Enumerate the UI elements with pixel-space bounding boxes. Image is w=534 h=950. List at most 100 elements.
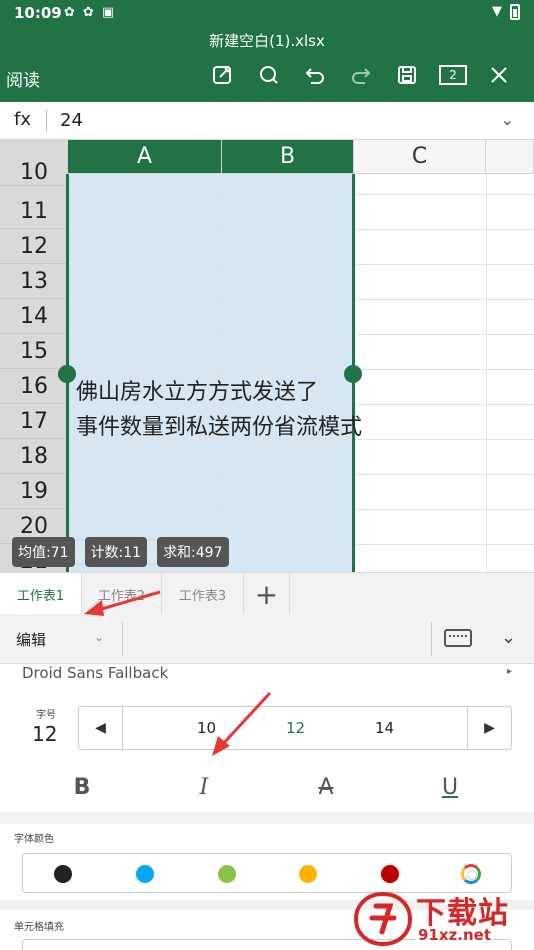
grid-line [222,174,223,572]
save-icon [398,66,416,84]
edit-icon [213,66,231,84]
row-header[interactable]: 12 [0,229,68,264]
color-swatch-green[interactable] [218,865,236,883]
section-divider [0,812,534,824]
watermark-logo-icon [354,892,412,946]
grid-line [486,174,487,572]
row-header[interactable]: 15 [0,334,68,369]
formula-bar: fx 24 ⌄ [0,102,534,140]
fx-label: fx [14,109,31,130]
status-bar: 10:09 ✿ ✿ ▣ ▼ [0,0,534,28]
font-color-label: 字体颜色 [14,834,54,845]
font-family-selector[interactable]: Droid Sans Fallback [22,664,168,682]
font-style-row: B I A U [0,764,534,810]
size-option[interactable]: 10 [197,719,216,737]
size-option[interactable]: 14 [375,719,394,737]
sheet-tab-2[interactable]: 工作表2 [82,573,162,615]
undo-icon [305,68,324,84]
row-header[interactable]: 14 [0,299,68,334]
sheet-tab-3[interactable]: 工作表3 [162,573,244,615]
formula-divider [46,110,47,132]
average-badge: 均值:71 [12,537,75,567]
color-swatch-orange[interactable] [299,865,317,883]
count-badge: 计数:11 [84,537,148,567]
notification-icon: ▣ [101,5,115,20]
grid-line [68,264,534,265]
column-header-b[interactable]: B [222,140,354,174]
notification-icon: ✿ [82,5,94,20]
size-option-selected[interactable]: 12 [286,719,305,737]
formula-input[interactable]: 24 [60,110,83,131]
grid-line [68,474,534,475]
grid-line [68,229,534,230]
selection-handle-start[interactable] [58,365,76,383]
search-icon [260,66,278,84]
close-button[interactable] [476,60,522,90]
undo-button[interactable] [292,60,338,90]
grid-line [68,334,534,335]
underline-button[interactable]: U [430,770,470,804]
grid-line [68,194,534,195]
row-header[interactable]: 13 [0,264,68,299]
column-header-c[interactable]: C [354,140,486,174]
redo-button[interactable] [338,60,384,90]
row-header[interactable]: 11 [0,194,68,229]
collapse-panel-icon[interactable]: ⌄ [501,627,516,648]
search-button[interactable] [246,60,292,90]
edit-mode-selector[interactable]: 编辑 [16,629,46,650]
color-swatch-blue[interactable] [136,865,154,883]
chevron-right-icon[interactable]: ▸ [507,666,512,677]
row-header[interactable]: 17 [0,404,68,439]
bold-button[interactable]: B [62,770,102,804]
sum-badge: 求和:497 [157,537,229,567]
grid-line [68,299,534,300]
more-colors-icon[interactable] [461,864,481,884]
notification-icons: ✿ ✿ ▣ [64,5,114,20]
selection-range[interactable] [68,174,354,572]
spreadsheet-grid[interactable]: A B C 10 11 12 13 14 15 16 17 18 19 20 2… [0,140,534,572]
row-header[interactable]: 18 [0,439,68,474]
battery-icon [510,4,520,20]
status-time: 10:09 [14,4,62,22]
color-swatch-black[interactable] [54,865,72,883]
font-color-palette [22,853,512,893]
edit-toggle-button[interactable] [200,60,246,90]
row-header[interactable]: 10 [0,160,68,186]
site-watermark: 下载站 91xz.net [354,888,530,948]
previous-size-button[interactable]: ◀ [79,707,123,749]
keyboard-icon[interactable] [444,629,472,647]
close-icon [491,67,507,83]
row-header[interactable]: 19 [0,474,68,509]
wifi-icon: ▼ [492,4,502,19]
divider [431,622,432,656]
font-size-value: 12 [32,722,58,746]
cell-a17[interactable]: 事件数量到私送两份省流模式 [76,409,362,441]
window-switch-button[interactable]: 2 [430,60,476,90]
file-name: 新建空白(1).xlsx [209,32,325,50]
font-size-picker[interactable]: ◀ 10 12 14 ▶ [78,706,512,750]
color-swatch-red[interactable] [381,865,399,883]
next-size-button[interactable]: ▶ [467,707,511,749]
sheet-tab-1[interactable]: 工作表1 [0,573,82,615]
edit-toolbar: 编辑 ⌄ ⌄ [0,614,534,664]
system-icons: ▼ [492,4,520,20]
selection-summary: 均值:71 计数:11 求和:497 [12,537,229,567]
cell-fill-label: 单元格填充 [14,922,64,933]
app-header: 10:09 ✿ ✿ ▣ ▼ 新建空白(1).xlsx 阅读 2 [0,0,534,102]
italic-button[interactable]: I [184,770,224,804]
notification-icon: ✿ [64,5,75,20]
watermark-url: 91xz.net [416,926,494,944]
add-sheet-button[interactable]: + [244,573,290,615]
grid-line [68,509,534,510]
read-mode-button[interactable]: 阅读 [6,66,40,91]
selection-handle-end[interactable] [344,365,362,383]
column-header-d[interactable] [486,140,534,174]
font-size-label: 字号 [36,710,56,721]
strikethrough-button[interactable]: A [306,770,346,804]
redo-icon [352,68,371,84]
column-header-a[interactable]: A [68,140,222,174]
save-button[interactable] [384,60,430,90]
cell-a16[interactable]: 佛山房水立方方式发送了 [76,374,318,406]
expand-formula-icon[interactable]: ⌄ [501,110,514,129]
chevron-down-icon[interactable]: ⌄ [94,630,104,644]
